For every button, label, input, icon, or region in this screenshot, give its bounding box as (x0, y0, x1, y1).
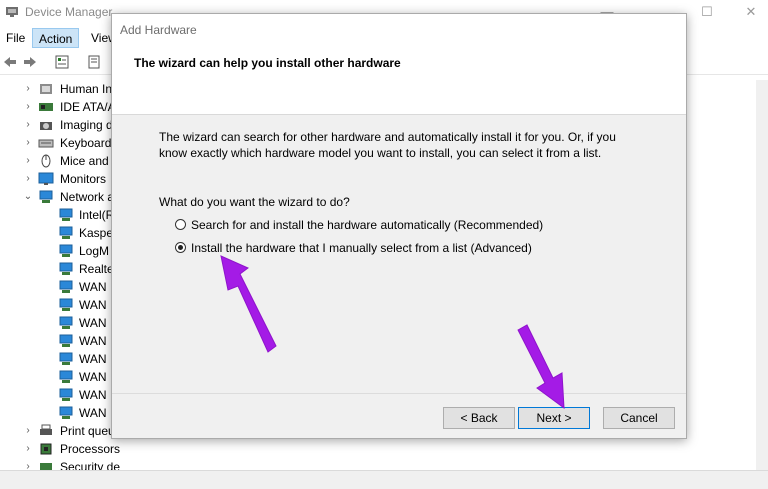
tree-item-label: Network a (60, 190, 115, 204)
tree-item-label: Realte (79, 262, 114, 276)
menu-file[interactable]: File (0, 28, 31, 48)
ide-controller-icon (39, 103, 53, 111)
network-adapter-icon (59, 280, 73, 293)
tree-item-label: Monitors (60, 172, 107, 186)
printer-icon (40, 424, 52, 435)
back-arrow-icon[interactable] (2, 54, 18, 70)
monitor-icon (38, 172, 54, 185)
network-adapter-icon (59, 298, 73, 311)
network-adapter-icon (59, 208, 73, 221)
tree-item-label: WAN (79, 316, 107, 330)
tree-item-label: WAN (79, 298, 107, 312)
dialog-header: The wizard can help you install other ha… (112, 44, 686, 115)
network-adapter-icon (59, 226, 73, 239)
tree-item-label: WAN (79, 388, 107, 402)
processor-icon (40, 443, 52, 455)
network-adapter-icon (59, 370, 73, 383)
expand-chevron-icon[interactable]: › (22, 80, 34, 98)
maximize-button[interactable]: ☐ (684, 0, 730, 24)
menu-action[interactable]: Action (32, 28, 80, 48)
tree-item-label: IDE ATA/A (60, 100, 116, 114)
tree-item-label: Print queu (60, 424, 115, 438)
network-adapter-icon (59, 262, 73, 275)
hid-icon (40, 84, 52, 94)
option-label: Install the hardware that I manually sel… (191, 241, 532, 255)
tree-item-label: WAN (79, 280, 107, 294)
mouse-icon (41, 154, 51, 168)
device-tree: › Human In › IDE ATA/A › Imaging d › Key… (0, 80, 120, 470)
device-manager-icon (6, 7, 18, 17)
security-icon (40, 463, 52, 470)
help-doc-icon[interactable] (86, 54, 102, 70)
tree-item-label: WAN (79, 370, 107, 384)
expand-chevron-icon[interactable]: › (22, 152, 34, 170)
wizard-question: What do you want the wizard to do? (159, 195, 350, 209)
option-label: Search for and install the hardware auto… (191, 218, 544, 232)
tree-item-label: Processors (60, 442, 120, 456)
expand-chevron-icon[interactable]: › (22, 422, 34, 440)
network-adapter-icon (59, 388, 73, 401)
tree-item-label: Mice and (60, 154, 109, 168)
tree-item-label: WAN (79, 352, 107, 366)
tree-item-label: Keyboard (60, 136, 112, 150)
wizard-heading: The wizard can help you install other ha… (134, 56, 401, 70)
network-adapter-icon (59, 316, 73, 329)
close-button[interactable]: ✕ (728, 0, 768, 24)
window-title: Device Manager (25, 5, 113, 19)
expand-chevron-icon[interactable]: › (22, 170, 34, 188)
tree-item-label: Security devices (60, 460, 120, 470)
properties-icon[interactable] (54, 54, 70, 70)
tree-item-label: Human In (60, 82, 113, 96)
expand-chevron-icon[interactable]: › (22, 458, 34, 470)
add-hardware-dialog: Add Hardware The wizard can help you ins… (111, 13, 687, 439)
tree-item-label: WAN (79, 334, 107, 348)
wizard-description: The wizard can search for other hardware… (159, 130, 616, 160)
tree-item-label: Kaspe (79, 226, 114, 240)
status-bar (0, 470, 768, 489)
expand-chevron-icon[interactable]: › (22, 134, 34, 152)
dialog-titlebar: Add Hardware (112, 14, 686, 44)
forward-arrow-icon[interactable] (22, 54, 38, 70)
network-adapter-icon (59, 406, 73, 419)
network-adapter-icon (59, 352, 73, 365)
tree-item-label: LogM (79, 244, 110, 258)
cancel-button[interactable]: Cancel (603, 407, 675, 429)
next-button[interactable]: Next > (518, 407, 590, 429)
radio-button-checked[interactable] (175, 242, 186, 253)
divider (112, 393, 686, 394)
network-icon (39, 190, 53, 203)
expand-chevron-icon[interactable]: › (22, 116, 34, 134)
back-button[interactable]: < Back (443, 407, 515, 429)
tree-item-label: Imaging d (60, 118, 113, 132)
camera-icon (40, 122, 52, 130)
expand-chevron-icon[interactable]: › (22, 440, 34, 458)
collapse-chevron-icon[interactable]: ⌄ (22, 188, 34, 206)
network-adapter-icon (59, 244, 73, 257)
dialog-title: Add Hardware (120, 23, 197, 37)
keyboard-icon (38, 139, 54, 148)
tree-item-label: WAN (79, 406, 107, 420)
radio-button[interactable] (175, 219, 186, 230)
tree-item-label: Intel(R (79, 208, 115, 222)
vertical-scrollbar[interactable] (756, 80, 768, 470)
expand-chevron-icon[interactable]: › (22, 98, 34, 116)
network-adapter-icon (59, 334, 73, 347)
